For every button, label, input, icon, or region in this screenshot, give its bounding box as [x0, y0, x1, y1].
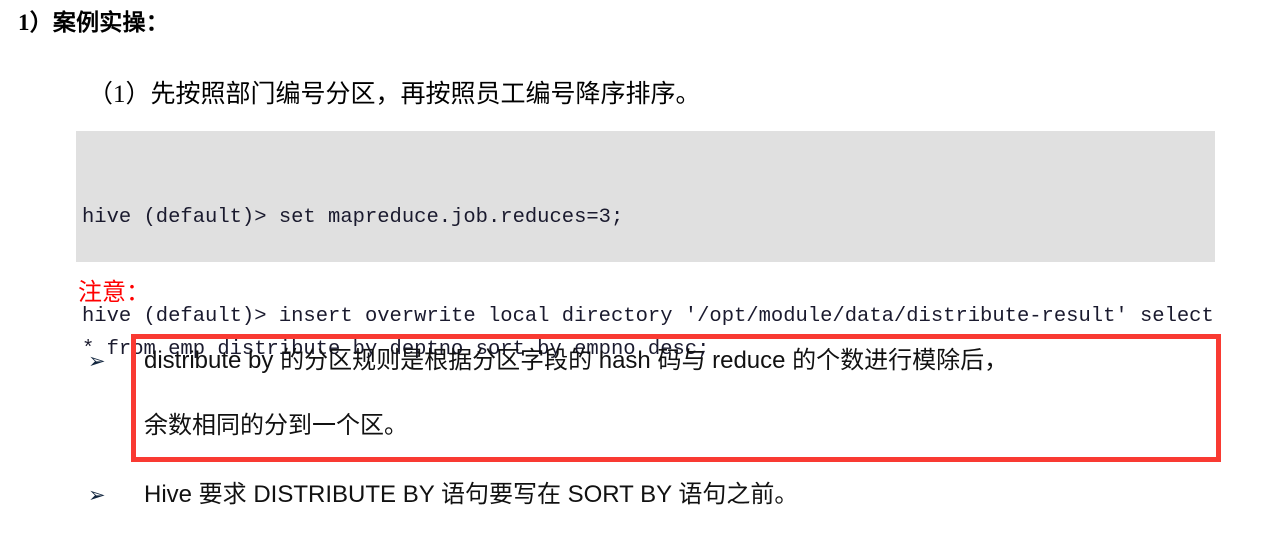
bullet-text-2: Hive 要求 DISTRIBUTE BY 语句要写在 SORT BY 语句之前… — [144, 477, 798, 513]
code-block: hive (default)> set mapreduce.job.reduce… — [76, 131, 1215, 361]
arrow-bullet-icon: ➢ — [88, 483, 106, 507]
bullet-line: 余数相同的分到一个区。 — [144, 412, 408, 439]
bullet-line: distribute by 的分区规则是根据分区字段的 hash 码与 redu… — [144, 347, 1009, 374]
bullet-line: Hive 要求 DISTRIBUTE BY 语句要写在 SORT BY 语句之前… — [144, 481, 799, 508]
notice-label: 注意： — [78, 280, 150, 306]
section-heading-2: （1）先按照部门编号分区，再按照员工编号降序排序。 — [88, 81, 701, 108]
document-page: 1）案例实操： （1）先按照部门编号分区，再按照员工编号降序排序。 hive (… — [0, 0, 1279, 540]
bullet-text-1: distribute by 的分区规则是根据分区字段的 hash 码与 redu… — [144, 343, 1008, 444]
bullet-item-2: ➢ Hive 要求 DISTRIBUTE BY 语句要写在 SORT BY 语句… — [88, 477, 1248, 513]
section-heading-1: 1）案例实操： — [18, 10, 169, 35]
bullet-item-1: ➢ distribute by 的分区规则是根据分区字段的 hash 码与 re… — [88, 343, 1248, 444]
code-line: hive (default)> set mapreduce.job.reduce… — [82, 206, 624, 229]
arrow-bullet-icon: ➢ — [88, 349, 106, 373]
